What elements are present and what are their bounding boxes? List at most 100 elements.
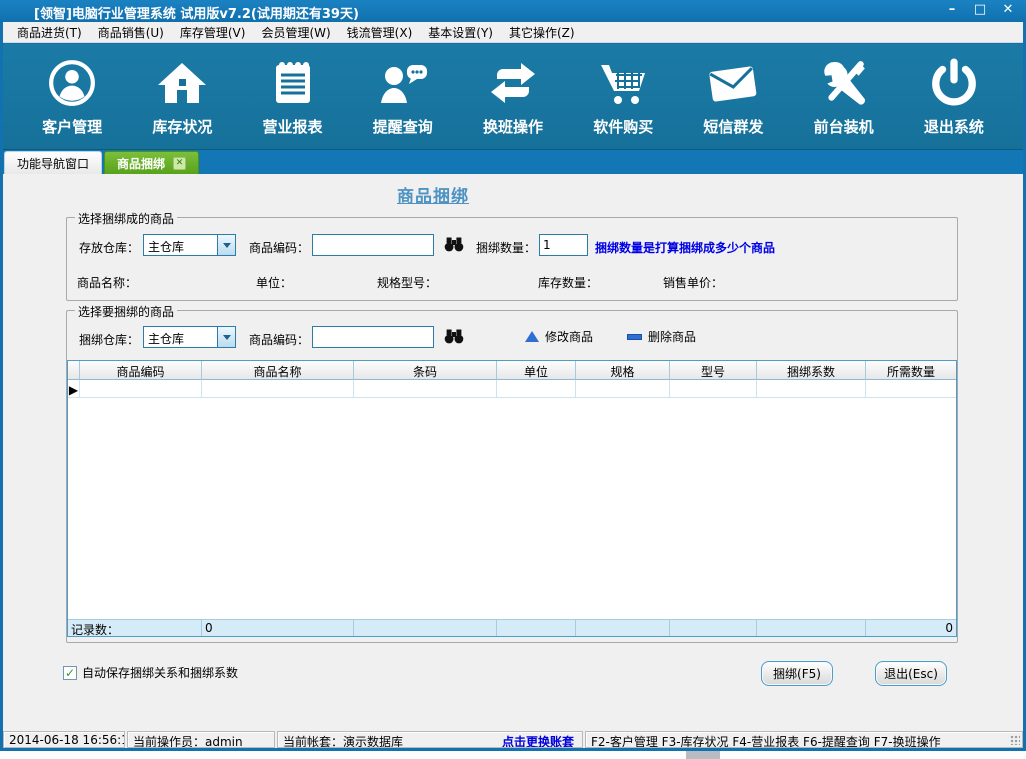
- selector-column-header: [68, 361, 80, 380]
- record-count-value: 0: [202, 619, 354, 636]
- bundle-warehouse-label: 捆绑仓库：: [79, 331, 139, 348]
- tabstrip: 功能导航窗口 商品捆绑 ✕: [3, 150, 1023, 174]
- delete-product-label: 删除商品: [648, 328, 696, 345]
- toolbar-item-reminder-query[interactable]: 提醒查询: [351, 56, 455, 137]
- modify-triangle-icon: [525, 331, 539, 342]
- warehouse-selected-value: 主仓库: [144, 235, 217, 255]
- column-header[interactable]: 型号: [670, 361, 757, 380]
- toolbar-item-software-purchase[interactable]: 软件购买: [571, 56, 675, 137]
- product-name-label: 商品名称：: [77, 274, 137, 291]
- bundle-button[interactable]: 捆绑(F5): [761, 661, 833, 686]
- warehouse-label: 存放仓库：: [79, 239, 139, 256]
- group-legend: 选择要捆绑的商品: [75, 303, 177, 320]
- product-code-label: 商品编码：: [249, 331, 309, 348]
- tools-icon: [819, 56, 869, 108]
- toolbar-item-shift-change[interactable]: 换班操作: [461, 56, 565, 137]
- notepad-icon: [270, 56, 316, 108]
- toolbar-item-sms-broadcast[interactable]: 短信群发: [681, 56, 785, 137]
- menu-item-members[interactable]: 会员管理(W): [253, 22, 338, 43]
- minimize-button[interactable]: –: [944, 2, 960, 17]
- autosave-checkbox-row[interactable]: ✓ 自动保存捆绑关系和捆绑系数: [63, 664, 238, 681]
- menu-item-inventory[interactable]: 库存管理(V): [172, 22, 254, 43]
- status-shortcuts: F2-客户管理 F3-库存状况 F4-营业报表 F6-提醒查询 F7-换班操作: [591, 735, 941, 748]
- row-selector-icon: ▶: [68, 380, 80, 398]
- cell-product-name: [202, 380, 354, 398]
- status-operator: 当前操作员：admin: [127, 731, 275, 748]
- shopping-cart-icon: [597, 56, 649, 108]
- resize-grip[interactable]: [1010, 735, 1020, 745]
- footer-total-value: 0: [866, 619, 956, 636]
- sync-arrows-icon: [487, 56, 539, 108]
- modify-product-action[interactable]: 修改商品: [525, 328, 593, 345]
- status-datetime: 2014-06-18 16:56:11: [3, 731, 125, 748]
- warehouse-select[interactable]: 主仓库: [143, 234, 236, 256]
- toolbar-item-exit-system[interactable]: 退出系统: [902, 56, 1006, 137]
- menu-item-purchase[interactable]: 商品进货(T): [9, 22, 90, 43]
- menu-item-sales[interactable]: 商品销售(U): [90, 22, 172, 43]
- table-row[interactable]: ▶: [68, 380, 956, 398]
- maximize-button[interactable]: □: [972, 2, 988, 17]
- power-icon: [929, 56, 979, 108]
- titlebar: [领智]电脑行业管理系统 试用版v7.2(试用期还有39天) – □ ✕: [0, 0, 1026, 22]
- window-controls: – □ ✕: [944, 2, 1016, 17]
- product-code-label: 商品编码：: [249, 239, 309, 256]
- menu-item-cashflow[interactable]: 钱流管理(X): [339, 22, 421, 43]
- toolbar-item-business-report[interactable]: 营业报表: [241, 56, 345, 137]
- bundle-qty-input[interactable]: [539, 234, 588, 256]
- cell-required-qty: [866, 380, 956, 398]
- warehouse-selected-value: 主仓库: [144, 327, 217, 347]
- binoculars-search-icon[interactable]: [444, 237, 464, 253]
- app-window: [领智]电脑行业管理系统 试用版v7.2(试用期还有39天) – □ ✕ 商品进…: [0, 0, 1026, 751]
- column-header[interactable]: 规格: [576, 361, 670, 380]
- column-header[interactable]: 商品名称: [202, 361, 354, 380]
- status-account: 当前帐套：演示数据库: [283, 735, 403, 748]
- table-footer-row: 记录数： 0 0: [68, 619, 956, 636]
- window-title: [领智]电脑行业管理系统 试用版v7.2(试用期还有39天): [34, 3, 359, 22]
- toolbar: 客户管理 库存状况 营业报表 提醒查询 换班操作: [3, 44, 1023, 150]
- record-count-label: 记录数：: [68, 619, 202, 636]
- cell-spec: [576, 380, 670, 398]
- tab-label: 功能导航窗口: [17, 155, 89, 172]
- cell-bundle-factor: [757, 380, 866, 398]
- modify-product-label: 修改商品: [545, 328, 593, 345]
- column-header[interactable]: 捆绑系数: [757, 361, 866, 380]
- dropdown-arrow-icon[interactable]: [217, 235, 235, 255]
- bundle-qty-label: 捆绑数量：: [476, 239, 536, 256]
- toolbar-item-stock-status[interactable]: 库存状况: [130, 56, 234, 137]
- unit-label: 单位：: [256, 274, 292, 291]
- mail-envelope-icon: [705, 56, 761, 108]
- table-header-row: 商品编码 商品名称 条码 单位 规格 型号 捆绑系数 所需数量: [68, 361, 956, 380]
- cell-barcode: [354, 380, 497, 398]
- tab-label: 商品捆绑: [117, 155, 165, 172]
- column-header[interactable]: 商品编码: [80, 361, 202, 380]
- bundle-items-table: 商品编码 商品名称 条码 单位 规格 型号 捆绑系数 所需数量 ▶: [67, 360, 957, 637]
- toolbar-item-front-desk-setup[interactable]: 前台装机: [792, 56, 896, 137]
- tab-function-nav[interactable]: 功能导航窗口: [4, 151, 102, 174]
- delete-product-action[interactable]: 删除商品: [627, 328, 696, 345]
- column-header[interactable]: 所需数量: [866, 361, 956, 380]
- binoculars-search-icon[interactable]: [444, 329, 464, 345]
- toolbar-item-customer-mgmt[interactable]: 客户管理: [20, 56, 124, 137]
- home-icon: [156, 56, 208, 108]
- menu-item-other[interactable]: 其它操作(Z): [501, 22, 583, 43]
- tab-product-bundle[interactable]: 商品捆绑 ✕: [104, 151, 199, 174]
- stock-qty-label: 库存数量：: [538, 274, 598, 291]
- product-code-input[interactable]: [312, 234, 434, 256]
- footer-cell: [497, 619, 576, 636]
- footer-cell: [757, 619, 866, 636]
- tab-close-icon[interactable]: ✕: [173, 157, 186, 170]
- close-button[interactable]: ✕: [1000, 2, 1016, 17]
- group-bundle-sources: 选择要捆绑的商品 捆绑仓库： 主仓库 商品编码： 修改商品 删除商品: [66, 310, 958, 643]
- statusbar: 2014-06-18 16:56:11 当前操作员：admin 当前帐套：演示数…: [3, 731, 1023, 748]
- dropdown-arrow-icon[interactable]: [217, 327, 235, 347]
- switch-account-link[interactable]: 点击更换账套: [502, 733, 574, 748]
- checkbox-checked-icon[interactable]: ✓: [63, 666, 77, 680]
- column-header[interactable]: 条码: [354, 361, 497, 380]
- exit-button[interactable]: 退出(Esc): [875, 661, 947, 686]
- bundle-warehouse-select[interactable]: 主仓库: [143, 326, 236, 348]
- column-header[interactable]: 单位: [497, 361, 576, 380]
- menu-item-settings[interactable]: 基本设置(Y): [420, 22, 501, 43]
- cell-product-code: [80, 380, 202, 398]
- source-code-input[interactable]: [312, 326, 434, 348]
- cell-unit: [497, 380, 576, 398]
